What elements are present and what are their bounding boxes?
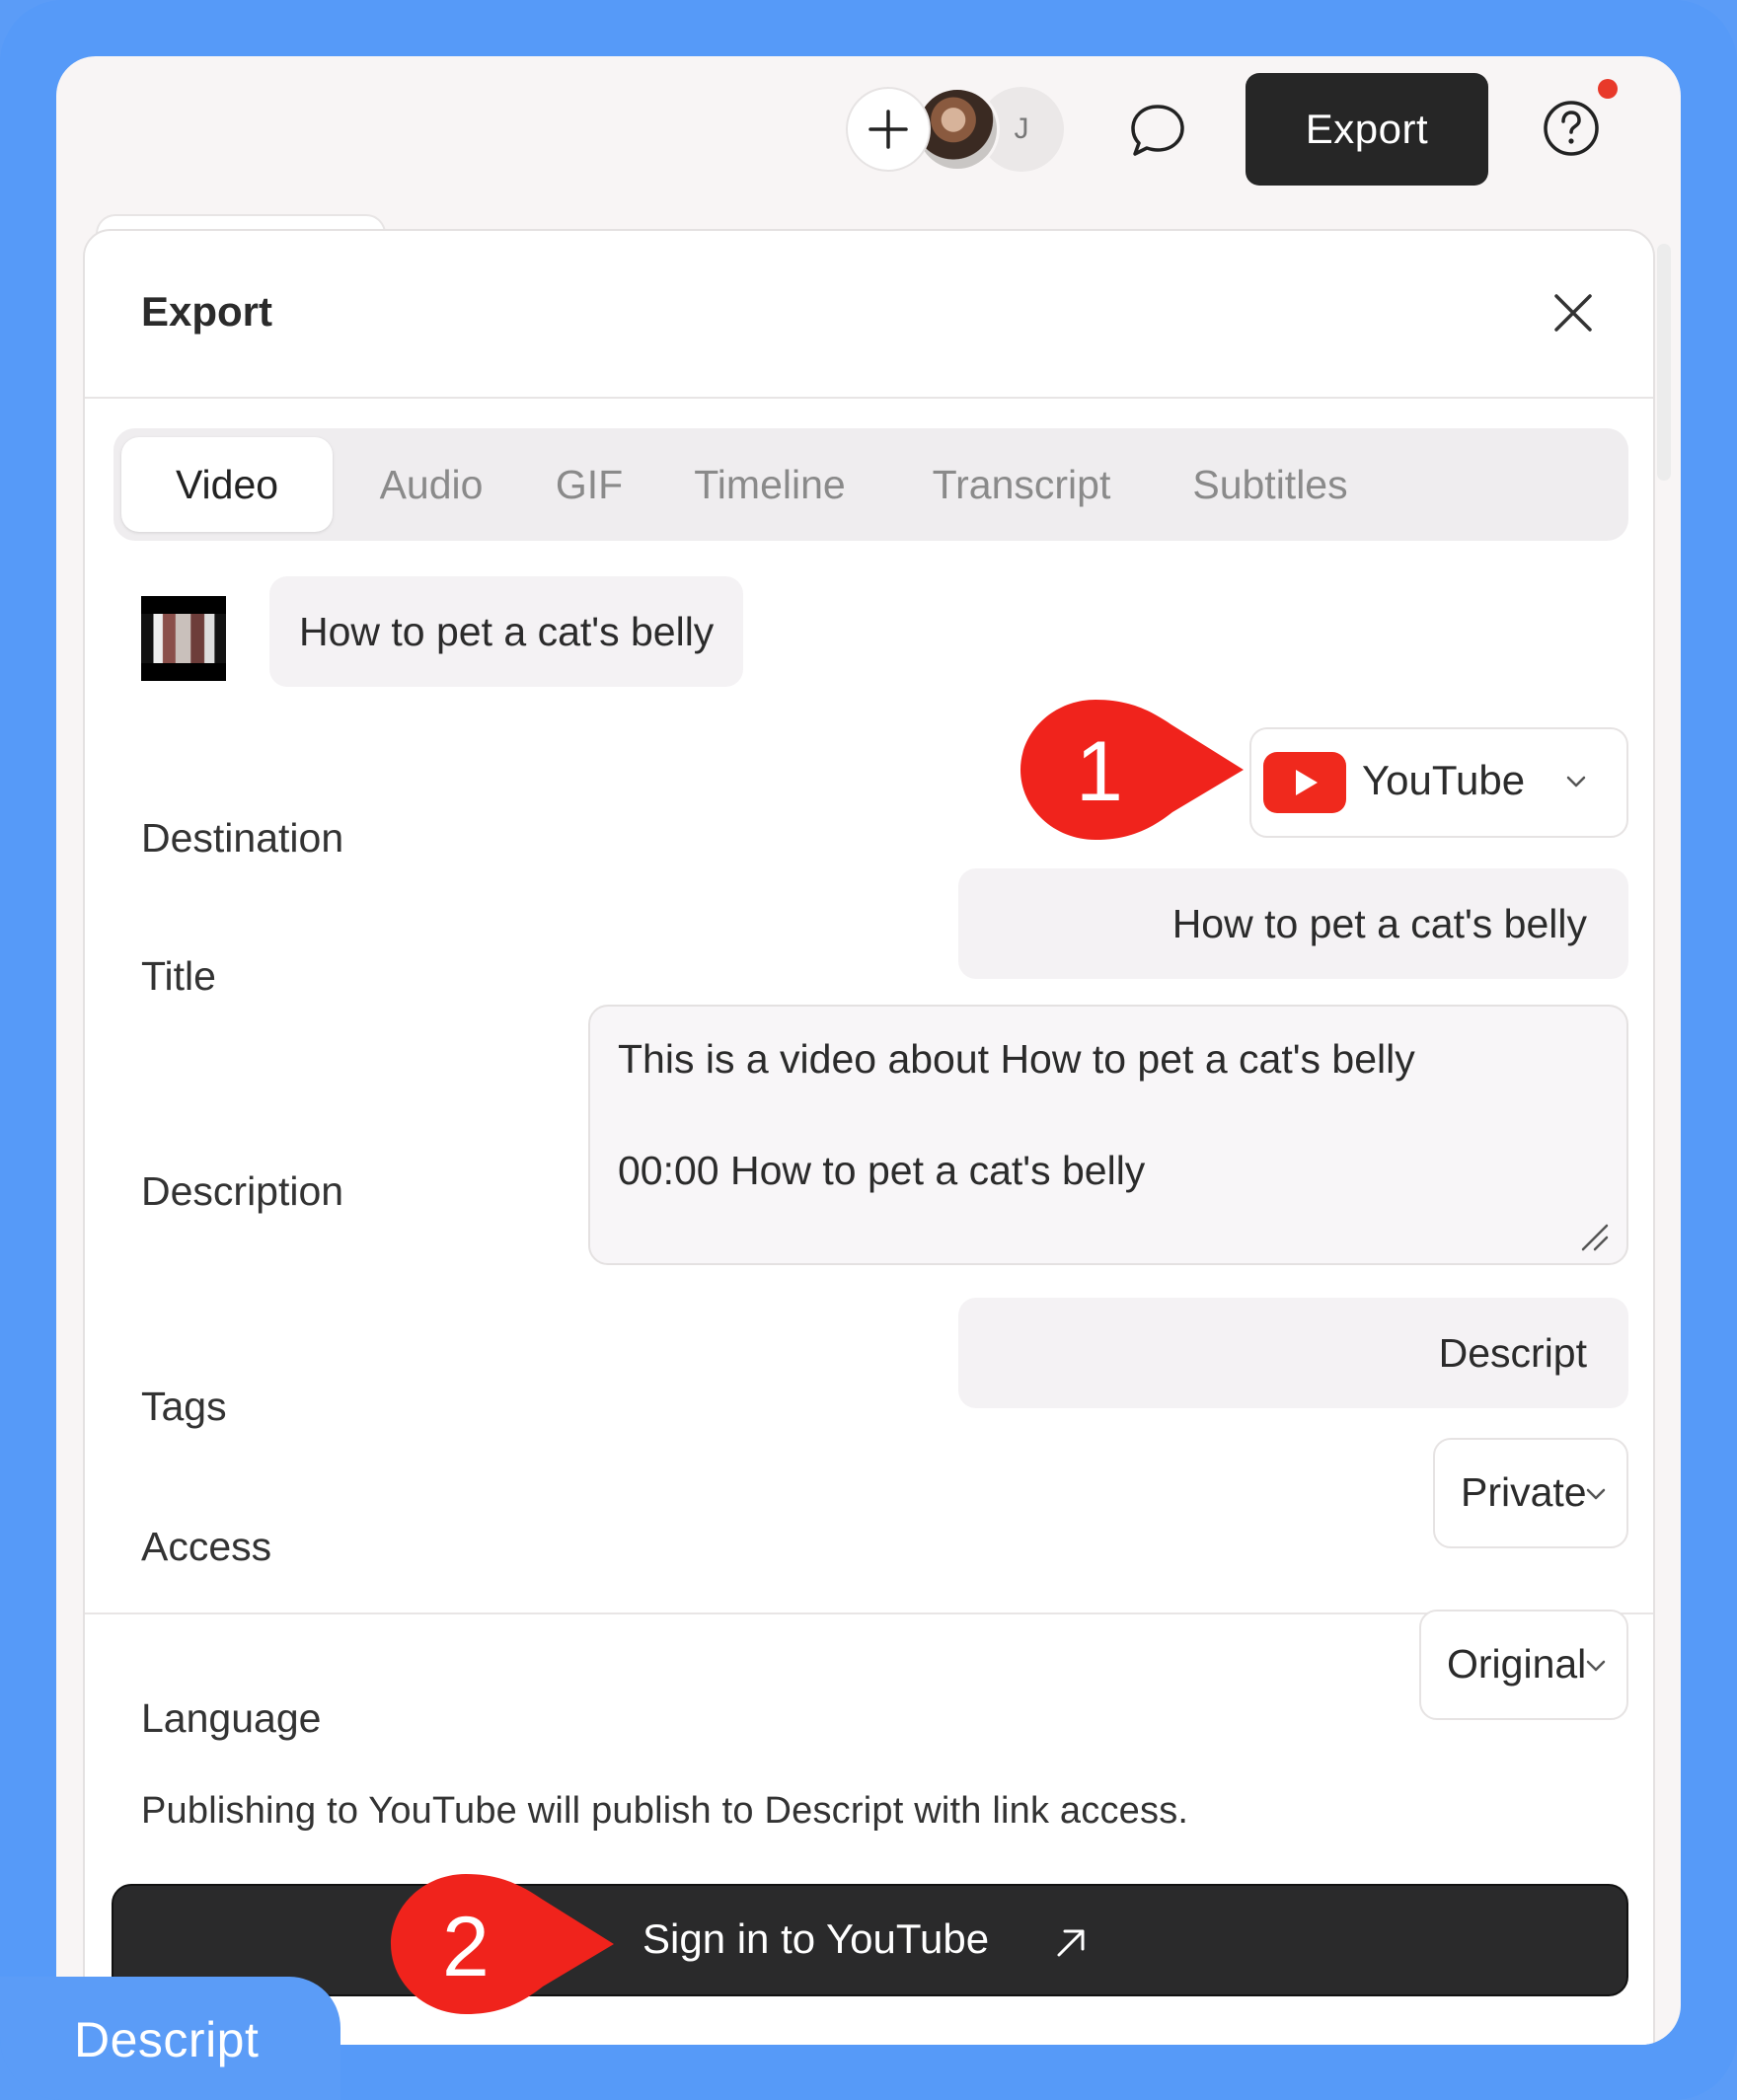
plus-icon	[868, 110, 908, 149]
step-2-callout-icon	[391, 1874, 614, 2014]
tab-timeline[interactable]: Timeline	[648, 437, 891, 532]
resize-handle-icon[interactable]	[1579, 1222, 1609, 1251]
close-icon[interactable]	[1548, 288, 1598, 338]
chevron-down-icon	[1586, 1660, 1606, 1672]
tab-audio[interactable]: Audio	[333, 437, 530, 532]
tab-video[interactable]: Video	[121, 437, 333, 532]
top-bar: J Export	[56, 56, 1681, 224]
export-button[interactable]: Export	[1246, 73, 1488, 186]
scrollbar[interactable]	[1657, 244, 1671, 481]
access-value: Private	[1461, 1469, 1587, 1515]
tags-label: Tags	[141, 1384, 227, 1429]
sign-in-youtube-button[interactable]: Sign in to YouTube	[112, 1884, 1628, 1996]
publish-notice: Publishing to YouTube will publish to De…	[141, 1790, 1189, 1832]
description-label: Description	[141, 1168, 344, 1214]
tab-subtitles[interactable]: Subtitles	[1152, 437, 1389, 532]
sign-in-label: Sign in to YouTube	[642, 1915, 990, 1962]
title-label: Title	[141, 953, 216, 999]
language-select[interactable]: Original	[1419, 1610, 1628, 1720]
tags-input[interactable]: Descript	[958, 1298, 1628, 1408]
access-select[interactable]: Private	[1433, 1438, 1628, 1548]
description-textarea[interactable]: This is a video about How to pet a cat's…	[588, 1005, 1628, 1265]
export-type-tabs: Video Audio GIF Timeline Transcript Subt…	[113, 428, 1628, 541]
section-divider	[85, 1612, 1653, 1614]
comment-icon[interactable]	[1127, 101, 1188, 162]
notification-dot	[1598, 79, 1618, 99]
project-name[interactable]: How to pet a cat's belly	[269, 576, 744, 687]
avatar-initial: J	[1014, 112, 1029, 145]
chevron-down-icon	[1566, 776, 1586, 788]
description-line-2: 00:00 How to pet a cat's belly	[618, 1148, 1146, 1193]
brand-name: Descript	[74, 2012, 260, 2067]
chevron-down-icon	[1586, 1488, 1606, 1500]
app-window: J Export Export Video Audio GIF Timeline…	[56, 56, 1681, 2045]
panel-title: Export	[141, 288, 273, 335]
title-input[interactable]: How to pet a cat's belly	[958, 868, 1628, 979]
language-value: Original	[1447, 1641, 1587, 1687]
header-divider	[85, 397, 1653, 399]
access-label: Access	[141, 1524, 272, 1569]
description-line-1: This is a video about How to pet a cat's…	[618, 1036, 1415, 1082]
export-panel: Export Video Audio GIF Timeline Transcri…	[83, 229, 1655, 2045]
add-collaborator-button[interactable]	[846, 87, 931, 172]
tab-transcript[interactable]: Transcript	[891, 437, 1152, 532]
step-1-callout-icon	[1020, 700, 1244, 840]
youtube-icon	[1263, 752, 1346, 813]
destination-value: YouTube	[1362, 757, 1526, 803]
language-label: Language	[141, 1695, 322, 1741]
outer-frame: J Export Export Video Audio GIF Timeline…	[0, 0, 1737, 2100]
step-1-number: 1	[1076, 724, 1123, 819]
external-link-icon	[1057, 1929, 1085, 1957]
video-thumbnail	[141, 596, 226, 681]
tab-gif[interactable]: GIF	[530, 437, 648, 532]
help-icon[interactable]	[1541, 98, 1602, 159]
destination-label: Destination	[141, 815, 344, 861]
destination-select[interactable]: YouTube	[1249, 727, 1628, 838]
step-2-number: 2	[442, 1900, 490, 1994]
